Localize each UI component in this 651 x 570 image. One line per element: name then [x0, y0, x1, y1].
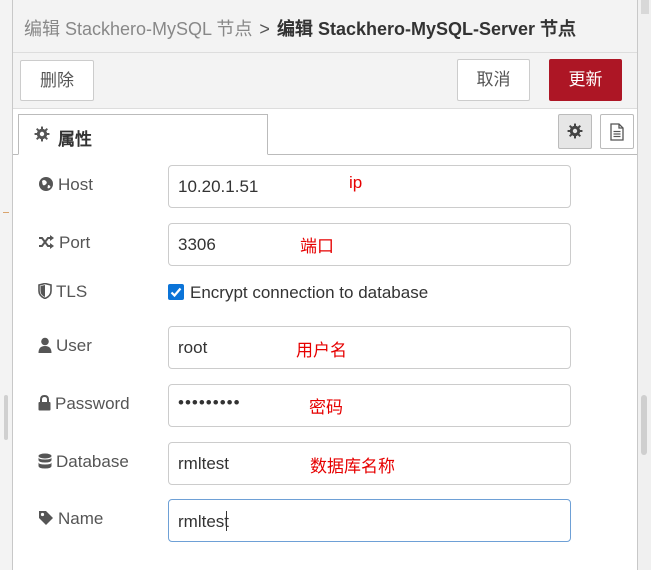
cancel-button[interactable]: 取消 — [457, 59, 530, 101]
edit-tray: 编辑 Stackhero-MySQL 节点 > 编辑 Stackhero-MyS… — [12, 0, 638, 570]
edge-mark — [3, 212, 9, 213]
scrollbar-thumb[interactable] — [641, 395, 647, 455]
text-cursor — [226, 511, 227, 531]
form-row-user: User root 用户名 — [13, 326, 637, 370]
password-label: Password — [38, 394, 130, 414]
password-input-value: ••••••••• — [178, 393, 241, 412]
user-annotation: 用户名 — [296, 341, 347, 360]
name-input[interactable]: rmltest — [168, 499, 571, 542]
tag-icon — [39, 511, 53, 525]
database-icon — [38, 453, 52, 469]
user-input-value: root — [178, 338, 208, 357]
breadcrumb: 编辑 Stackhero-MySQL 节点 > 编辑 Stackhero-MyS… — [24, 15, 576, 41]
globe-icon — [39, 177, 53, 191]
breadcrumb-current: 编辑 Stackhero-MySQL-Server 节点 — [276, 19, 577, 39]
database-annotation: 数据库名称 — [310, 457, 395, 476]
port-annotation: 端口 — [300, 237, 334, 256]
shuffle-icon — [39, 235, 54, 249]
user-label: User — [38, 336, 92, 356]
delete-button[interactable]: 删除 — [20, 60, 94, 101]
user-label-text: User — [56, 336, 92, 355]
tls-label-text: TLS — [56, 282, 88, 301]
host-input[interactable]: 10.20.1.51 — [168, 165, 571, 208]
name-label: Name — [38, 509, 103, 529]
port-input[interactable]: 3306 — [168, 223, 571, 266]
shield-icon — [38, 282, 52, 300]
tray-header: 编辑 Stackhero-MySQL 节点 > 编辑 Stackhero-MyS… — [13, 0, 637, 53]
gear-icon — [34, 126, 50, 142]
password-label-text: Password — [55, 394, 130, 413]
database-label-text: Database — [56, 452, 129, 471]
checkmark-icon — [170, 287, 182, 298]
name-input-content: rmltest — [178, 511, 229, 532]
breadcrumb-separator: > — [259, 19, 270, 39]
lock-icon — [38, 394, 51, 411]
database-input-value: rmltest — [178, 454, 229, 473]
scrollbar-corner — [641, 0, 649, 14]
port-label: Port — [38, 233, 90, 253]
host-label: Host — [38, 175, 93, 195]
host-annotation: ip — [349, 173, 363, 192]
name-input-value: rmltest — [178, 512, 229, 531]
form-row-host: Host 10.20.1.51 ip — [13, 165, 637, 209]
edge-scroll-handle[interactable] — [4, 395, 8, 440]
tab-bar: 属性 — [13, 109, 637, 155]
form-row-password: Password ••••••••• 密码 — [13, 384, 637, 428]
left-edge-panel — [0, 0, 12, 570]
tab-properties-label: 属性 — [58, 130, 92, 149]
tls-checkbox-label[interactable]: Encrypt connection to database — [190, 283, 428, 303]
password-annotation: 密码 — [309, 398, 343, 417]
form-row-name: Name rmltest — [13, 499, 637, 543]
user-input[interactable]: root — [168, 326, 571, 369]
tray-toolbar: 删除 取消 更新 — [13, 53, 637, 109]
right-scrollbar[interactable] — [638, 0, 651, 570]
document-icon — [610, 123, 624, 141]
breadcrumb-previous-link[interactable]: 编辑 Stackhero-MySQL 节点 — [24, 19, 252, 39]
update-button[interactable]: 更新 — [549, 59, 622, 101]
form-row-port: Port 3306 端口 — [13, 223, 637, 267]
password-input[interactable]: ••••••••• — [168, 384, 571, 427]
tab-description-button[interactable] — [600, 114, 634, 149]
form-row-database: Database rmltest 数据库名称 — [13, 442, 637, 486]
host-input-value: 10.20.1.51 — [178, 177, 259, 196]
tab-settings-button[interactable] — [558, 114, 592, 149]
database-label: Database — [38, 452, 129, 472]
port-label-text: Port — [59, 233, 91, 252]
name-label-text: Name — [58, 509, 104, 528]
tls-checkbox[interactable] — [168, 284, 184, 300]
gear-icon — [567, 123, 583, 139]
user-icon — [38, 337, 52, 353]
port-input-value: 3306 — [178, 235, 216, 254]
tab-properties[interactable]: 属性 — [18, 114, 268, 155]
tls-label: TLS — [38, 282, 87, 302]
host-label-text: Host — [58, 175, 93, 194]
